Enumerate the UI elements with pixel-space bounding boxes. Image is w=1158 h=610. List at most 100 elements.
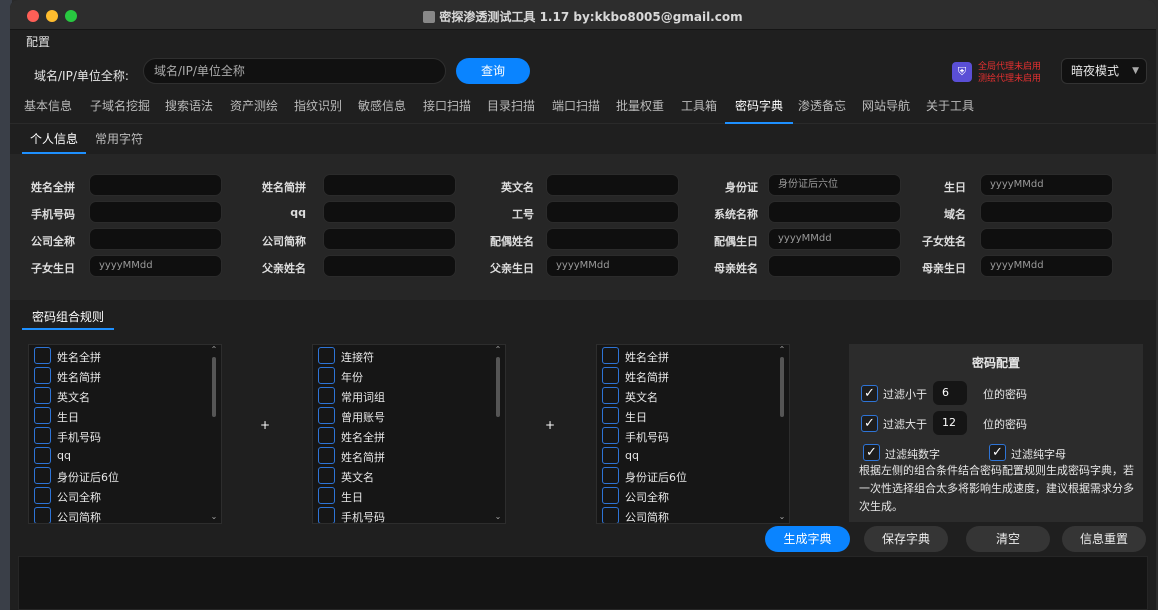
list-item[interactable]: qq — [597, 445, 789, 465]
generate-dictionary-button[interactable]: 生成字典 — [765, 526, 850, 552]
tab-1[interactable]: 子域名挖掘 — [90, 94, 150, 124]
list-item[interactable]: 手机号码 — [597, 425, 789, 445]
list-item-checkbox[interactable] — [34, 487, 51, 504]
chevron-up-icon[interactable]: ⌃ — [777, 345, 787, 354]
field-input[interactable] — [980, 201, 1113, 223]
combination-list[interactable]: 姓名全拼 姓名简拼 英文名 生日 手机号码 qq 身份证后6位 公司全称 公司简称 ⌃ ⌄ — [596, 344, 790, 524]
list-item[interactable]: 英文名 — [313, 465, 505, 485]
tab-12[interactable]: 渗透备忘 — [798, 94, 846, 124]
field-input[interactable] — [546, 228, 679, 250]
list-item[interactable]: 常用词组 — [313, 385, 505, 405]
field-input[interactable] — [546, 201, 679, 223]
list-item[interactable]: 公司全称 — [29, 485, 221, 505]
list-scrollbar[interactable]: ⌃ ⌄ — [209, 345, 219, 523]
field-input[interactable] — [546, 174, 679, 196]
field-input[interactable] — [323, 228, 456, 250]
list-item-checkbox[interactable] — [602, 387, 619, 404]
output-log-area[interactable] — [18, 556, 1148, 610]
list-item[interactable]: 公司简称 — [29, 505, 221, 523]
tab-3[interactable]: 资产测绘 — [230, 94, 278, 124]
list-item-checkbox[interactable] — [34, 367, 51, 384]
scrollbar-thumb[interactable] — [780, 357, 784, 417]
pure-letters-checkbox[interactable]: ✓ — [989, 444, 1006, 461]
shield-icon[interactable]: ⛨ — [952, 62, 972, 82]
list-item-checkbox[interactable] — [318, 487, 335, 504]
scrollbar-thumb[interactable] — [496, 357, 500, 417]
list-item-checkbox[interactable] — [602, 367, 619, 384]
list-item[interactable]: 生日 — [313, 485, 505, 505]
field-input[interactable] — [89, 201, 222, 223]
field-input[interactable] — [768, 255, 901, 277]
list-item[interactable]: 生日 — [29, 405, 221, 425]
list-item-checkbox[interactable] — [34, 447, 51, 464]
chevron-down-icon[interactable]: ⌄ — [777, 512, 787, 521]
list-item[interactable]: 手机号码 — [29, 425, 221, 445]
list-item-checkbox[interactable] — [602, 347, 619, 364]
tab-7[interactable]: 目录扫描 — [487, 94, 535, 124]
list-item[interactable]: 姓名简拼 — [597, 365, 789, 385]
query-button[interactable]: 查询 — [456, 58, 530, 84]
tab-14[interactable]: 关于工具 — [926, 94, 974, 124]
menu-config[interactable]: 配置 — [26, 35, 50, 49]
tab-8[interactable]: 端口扫描 — [552, 94, 600, 124]
list-item[interactable]: 身份证后6位 — [29, 465, 221, 485]
tab-6[interactable]: 接口扫描 — [423, 94, 471, 124]
list-item[interactable]: 手机号码 — [313, 505, 505, 523]
list-item-checkbox[interactable] — [318, 367, 335, 384]
field-input[interactable] — [323, 174, 456, 196]
list-item-checkbox[interactable] — [318, 407, 335, 424]
list-item[interactable]: 英文名 — [29, 385, 221, 405]
list-item[interactable]: 公司简称 — [597, 505, 789, 523]
list-item[interactable]: 曾用账号 — [313, 405, 505, 425]
scrollbar-thumb[interactable] — [212, 357, 216, 417]
field-input[interactable]: yyyyMMdd — [768, 228, 901, 250]
field-input[interactable] — [89, 174, 222, 196]
tab-4[interactable]: 指纹识别 — [294, 94, 342, 124]
domain-search-input[interactable]: 域名/IP/单位全称 — [143, 58, 446, 84]
field-input[interactable]: yyyyMMdd — [980, 174, 1113, 196]
list-item-checkbox[interactable] — [34, 507, 51, 523]
list-item[interactable]: 姓名全拼 — [313, 425, 505, 445]
list-item-checkbox[interactable] — [602, 487, 619, 504]
list-item-checkbox[interactable] — [34, 347, 51, 364]
list-item-checkbox[interactable] — [318, 447, 335, 464]
field-input[interactable] — [980, 228, 1113, 250]
tab-2[interactable]: 搜索语法 — [165, 94, 213, 124]
reset-info-button[interactable]: 信息重置 — [1062, 526, 1146, 552]
list-item-checkbox[interactable] — [318, 427, 335, 444]
chevron-up-icon[interactable]: ⌃ — [493, 345, 503, 354]
list-item[interactable]: 姓名全拼 — [597, 345, 789, 365]
subtab-common-chars[interactable]: 常用字符 — [95, 130, 143, 154]
clear-button[interactable]: 清空 — [966, 526, 1050, 552]
list-item[interactable]: qq — [29, 445, 221, 465]
chevron-up-icon[interactable]: ⌃ — [209, 345, 219, 354]
tab-11[interactable]: 密码字典 — [725, 94, 794, 124]
list-item-checkbox[interactable] — [602, 427, 619, 444]
list-item[interactable]: 连接符 — [313, 345, 505, 365]
tab-13[interactable]: 网站导航 — [862, 94, 910, 124]
field-input[interactable]: yyyyMMdd — [546, 255, 679, 277]
list-item-checkbox[interactable] — [34, 387, 51, 404]
list-item-checkbox[interactable] — [318, 467, 335, 484]
list-item[interactable]: 姓名简拼 — [29, 365, 221, 385]
filter-less-checkbox[interactable]: ✓ — [861, 385, 878, 402]
field-input[interactable] — [89, 228, 222, 250]
field-input[interactable]: yyyyMMdd — [980, 255, 1113, 277]
list-item-checkbox[interactable] — [602, 467, 619, 484]
chevron-down-icon[interactable]: ⌄ — [209, 512, 219, 521]
tab-9[interactable]: 批量权重 — [616, 94, 664, 124]
subtab-personal-info[interactable]: 个人信息 — [22, 130, 87, 154]
list-item-checkbox[interactable] — [34, 467, 51, 484]
tab-10[interactable]: 工具箱 — [681, 94, 717, 124]
list-item-checkbox[interactable] — [318, 507, 335, 523]
list-item-checkbox[interactable] — [318, 387, 335, 404]
field-input[interactable] — [323, 201, 456, 223]
filter-more-checkbox[interactable]: ✓ — [861, 415, 878, 432]
list-scrollbar[interactable]: ⌃ ⌄ — [493, 345, 503, 523]
list-item-checkbox[interactable] — [602, 407, 619, 424]
list-item-checkbox[interactable] — [318, 347, 335, 364]
list-item-checkbox[interactable] — [602, 447, 619, 464]
list-item-checkbox[interactable] — [34, 407, 51, 424]
combination-list[interactable]: 姓名全拼 姓名简拼 英文名 生日 手机号码 qq 身份证后6位 公司全称 公司简称 ⌃ ⌄ — [28, 344, 222, 524]
list-item-checkbox[interactable] — [602, 507, 619, 523]
